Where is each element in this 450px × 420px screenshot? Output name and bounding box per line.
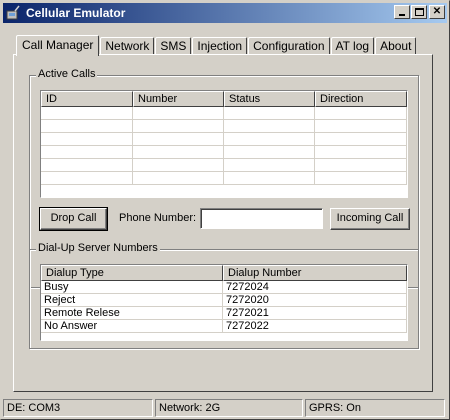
table-cell	[224, 146, 315, 159]
window-title: Cellular Emulator	[26, 6, 126, 20]
app-icon	[6, 5, 22, 21]
table-cell	[133, 107, 224, 120]
dialup-type-cell: Busy	[41, 281, 223, 294]
drop-call-button[interactable]: Drop Call	[39, 207, 108, 231]
status-gprs: GPRS: On	[305, 399, 445, 417]
tab-call-manager[interactable]: Call Manager	[16, 35, 100, 56]
table-row[interactable]: Busy 7272024	[41, 281, 407, 294]
dialup-number-cell: 7272021	[223, 307, 407, 320]
column-header-dialup-type[interactable]: Dialup Type	[41, 265, 223, 281]
tab-at-log[interactable]: AT log	[330, 37, 375, 55]
column-header-number[interactable]: Number	[133, 91, 224, 107]
table-cell	[315, 107, 407, 120]
dialup-type-cell: No Answer	[41, 320, 223, 333]
table-cell	[224, 159, 315, 172]
table-cell	[315, 120, 407, 133]
dialup-type-cell: Reject	[41, 294, 223, 307]
column-header-id[interactable]: ID	[41, 91, 133, 107]
table-row[interactable]: Remote Relese 7272021	[41, 307, 407, 320]
table-cell	[41, 133, 133, 146]
close-button[interactable]: ✕	[429, 5, 445, 19]
table-row[interactable]	[41, 120, 407, 133]
status-bar: DE: COM3 Network: 2G GPRS: On	[3, 399, 449, 417]
tab-injection[interactable]: Injection	[192, 37, 248, 55]
table-header: Dialup Type Dialup Number	[41, 265, 407, 281]
status-network: Network: 2G	[155, 399, 303, 417]
phone-number-label: Phone Number:	[119, 212, 197, 224]
phone-number-field[interactable]	[200, 208, 323, 229]
table-row[interactable]	[41, 159, 407, 172]
active-calls-label: Active Calls	[36, 68, 98, 80]
table-cell	[41, 120, 133, 133]
table-cell	[224, 133, 315, 146]
dialup-number-cell: 7272020	[223, 294, 407, 307]
minimize-icon	[399, 14, 405, 16]
dialup-number-cell: 7272022	[223, 320, 407, 333]
table-cell	[133, 133, 224, 146]
table-cell	[41, 107, 133, 120]
status-device: DE: COM3	[3, 399, 153, 417]
table-cell	[224, 172, 315, 185]
active-calls-table[interactable]: ID Number Status Direction	[40, 90, 408, 198]
dialup-table[interactable]: Dialup Type Dialup Number Busy 7272024 Rej…	[40, 264, 408, 341]
column-header-direction[interactable]: Direction	[315, 91, 407, 107]
dialup-number-cell: 7272024	[223, 281, 407, 294]
dialup-group: Dial-Up Server Numbers Dialup Type Dialu…	[29, 242, 419, 349]
table-row[interactable]	[41, 133, 407, 146]
tab-network[interactable]: Network	[100, 37, 155, 55]
table-cell	[133, 146, 224, 159]
table-row[interactable]: No Answer 7272022	[41, 320, 407, 333]
tab-sms[interactable]: SMS	[155, 37, 192, 55]
table-cell	[224, 120, 315, 133]
main-window: Cellular Emulator ✕ Call Manager Network…	[0, 0, 450, 420]
table-cell	[315, 146, 407, 159]
table-cell	[133, 120, 224, 133]
table-cell	[133, 159, 224, 172]
table-cell	[41, 172, 133, 185]
column-header-status[interactable]: Status	[224, 91, 315, 107]
tab-about[interactable]: About	[375, 37, 417, 55]
minimize-button[interactable]	[394, 5, 410, 19]
dialup-type-cell: Remote Relese	[41, 307, 223, 320]
title-bar[interactable]: Cellular Emulator ✕	[3, 3, 447, 23]
column-header-dialup-number[interactable]: Dialup Number	[223, 265, 407, 281]
maximize-icon	[415, 8, 424, 16]
table-cell	[315, 159, 407, 172]
call-manager-panel: Active Calls ID Number Status Direction …	[13, 54, 433, 392]
tab-configuration[interactable]: Configuration	[248, 37, 330, 55]
close-icon: ✕	[432, 6, 442, 17]
table-cell	[41, 159, 133, 172]
dialup-label: Dial-Up Server Numbers	[36, 242, 160, 254]
table-cell	[224, 107, 315, 120]
table-cell	[41, 146, 133, 159]
tab-strip: Call Manager Network SMS Injection Confi…	[16, 35, 417, 56]
table-row[interactable]	[41, 146, 407, 159]
table-cell	[133, 172, 224, 185]
table-header: ID Number Status Direction	[41, 91, 407, 107]
maximize-button[interactable]	[411, 5, 427, 19]
table-row[interactable]: Reject 7272020	[41, 294, 407, 307]
table-cell	[315, 133, 407, 146]
table-row[interactable]	[41, 172, 407, 185]
table-cell	[315, 172, 407, 185]
table-row[interactable]	[41, 107, 407, 120]
incoming-call-button[interactable]: Incoming Call	[330, 208, 410, 230]
